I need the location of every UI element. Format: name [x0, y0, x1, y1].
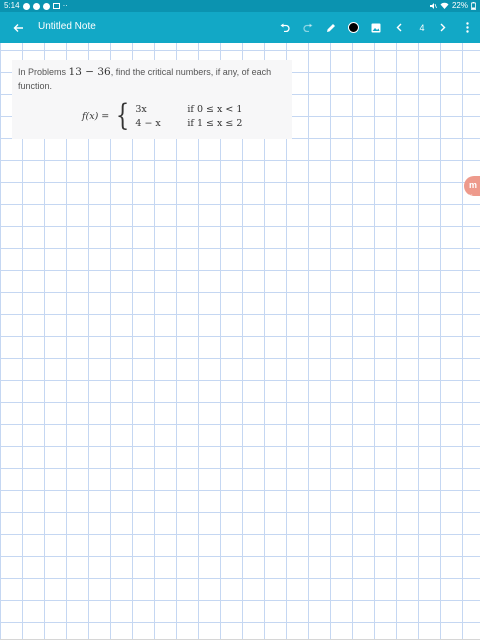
function-lhs: f(x) = — [82, 110, 110, 122]
status-left: 5:14 ·· — [4, 0, 68, 12]
redo-icon — [302, 23, 312, 32]
chevron-left-icon — [396, 23, 402, 32]
image-notification-icon — [52, 3, 60, 9]
pencil-icon — [327, 23, 335, 32]
notification-icon — [22, 2, 30, 10]
pen-color-button[interactable] — [344, 12, 362, 43]
piecewise-formula: f(x) = { 3x if 0 ≤ x < 1 4 − x if 1 ≤ x … — [82, 101, 242, 131]
cases-grid: 3x if 0 ≤ x < 1 4 − x if 1 ≤ x ≤ 2 — [135, 104, 242, 129]
mute-icon — [429, 3, 437, 9]
notification-icon — [32, 2, 40, 10]
problem-card: In Problems 13 − 36, find the critical n… — [12, 60, 292, 139]
image-icon — [371, 23, 381, 32]
side-app-button[interactable]: m 88 — [464, 176, 480, 198]
page-number: 4 — [419, 22, 425, 33]
overflow-menu-button[interactable] — [460, 12, 474, 43]
pen-tool-button[interactable] — [322, 12, 340, 43]
arrow-left-icon — [13, 23, 23, 32]
problem-range: 13 − 36 — [68, 66, 111, 78]
color-swatch — [347, 22, 359, 33]
back-button[interactable] — [8, 12, 28, 43]
status-right: 22% — [429, 0, 476, 12]
case-expression: 4 − x — [135, 117, 161, 129]
undo-icon — [280, 23, 290, 32]
case-condition: if 1 ≤ x ≤ 2 — [187, 117, 243, 129]
next-page-button[interactable] — [435, 12, 451, 43]
more-notifications-icon: ·· — [62, 1, 68, 10]
undo-button[interactable] — [275, 12, 293, 43]
status-bar: 5:14 ·· 22% — [0, 0, 480, 12]
more-vertical-icon — [465, 22, 469, 33]
problem-text-before: In Problems — [18, 67, 69, 77]
toolbar: Untitled Note 4 — [0, 12, 480, 44]
notification-icon — [42, 2, 50, 10]
case-condition: if 0 ≤ x < 1 — [187, 103, 243, 115]
status-time: 5:14 — [4, 1, 20, 10]
problem-statement: In Problems 13 − 36, find the critical n… — [18, 65, 286, 93]
case-expression: 3x — [135, 103, 147, 115]
insert-image-button[interactable] — [367, 12, 385, 43]
left-brace: { — [116, 98, 130, 133]
previous-page-button[interactable] — [391, 12, 407, 43]
note-title[interactable]: Untitled Note — [37, 12, 97, 44]
chevron-right-icon — [440, 23, 446, 32]
redo-button[interactable] — [299, 12, 317, 43]
battery-percent: 22% — [451, 1, 468, 10]
wifi-icon — [440, 2, 449, 9]
battery-icon — [471, 2, 476, 10]
side-app-sublabel: 88 — [468, 193, 473, 198]
